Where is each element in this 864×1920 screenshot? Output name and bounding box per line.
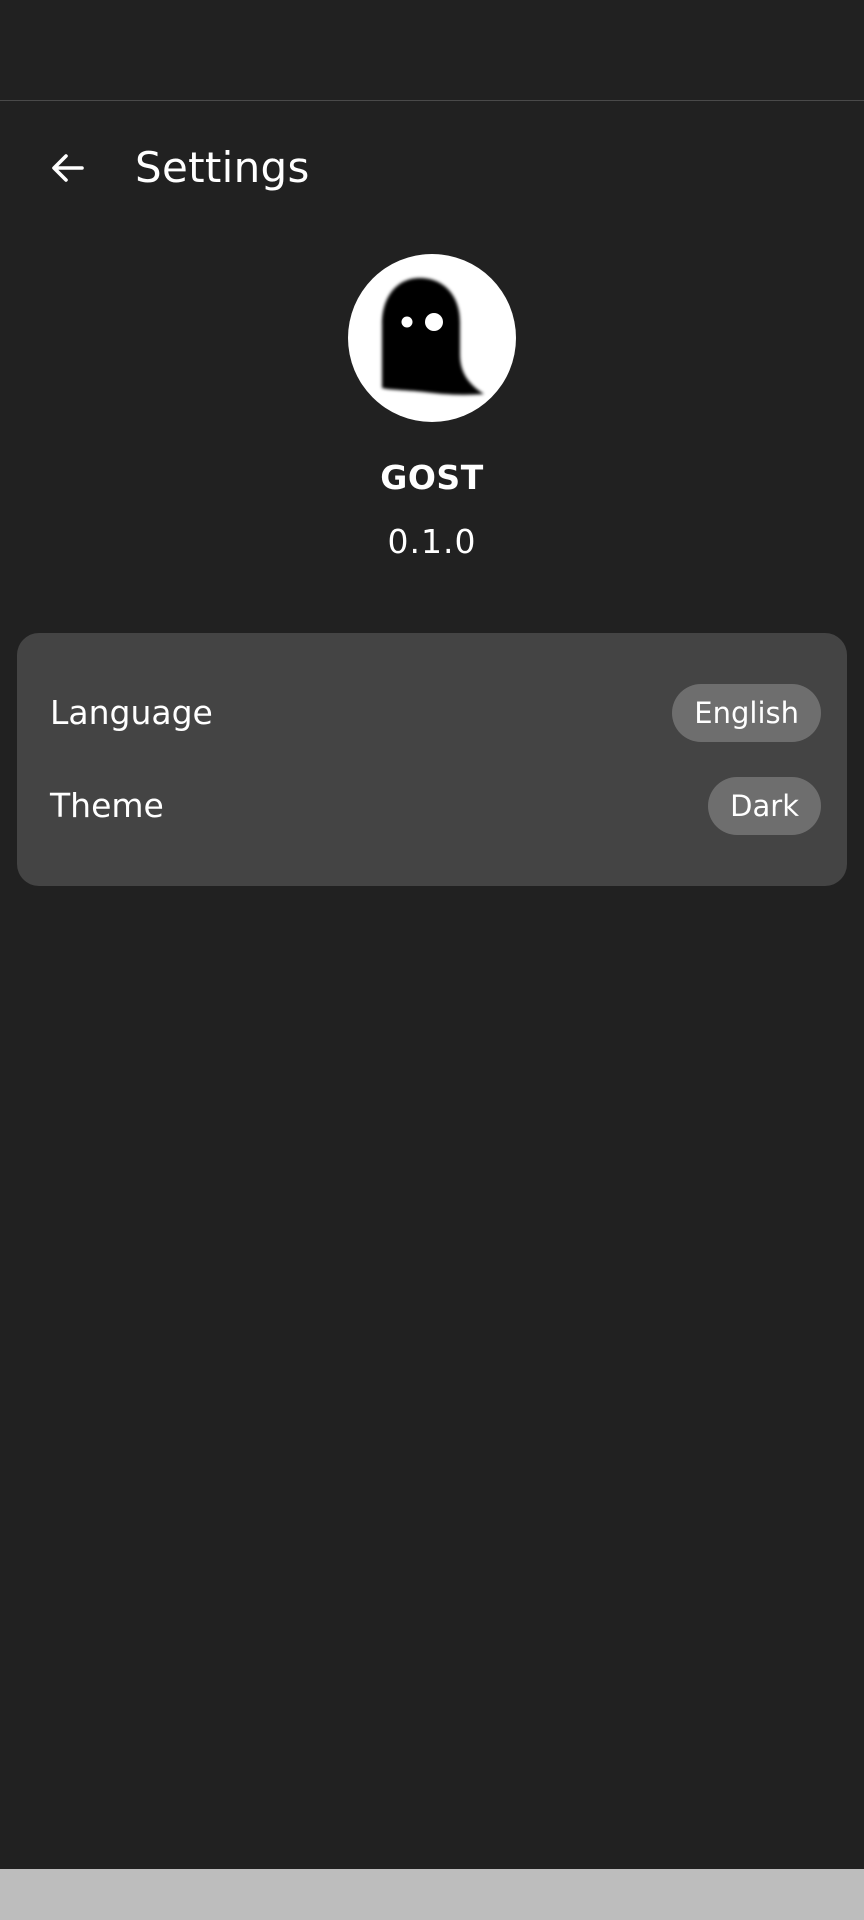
arrow-left-icon [52, 154, 84, 182]
app-version: 0.1.0 [387, 522, 477, 561]
app-logo [348, 254, 516, 422]
app-name: GOST [380, 458, 484, 497]
setting-row-language[interactable]: Language English [50, 683, 821, 743]
back-button[interactable] [34, 134, 102, 202]
setting-label-theme: Theme [50, 786, 164, 825]
language-chip[interactable]: English [672, 684, 821, 742]
status-bar [0, 0, 864, 101]
setting-row-theme[interactable]: Theme Dark [50, 776, 821, 836]
setting-label-language: Language [50, 693, 213, 732]
app-bar: Settings [0, 102, 864, 240]
settings-card: Language English Theme Dark [17, 633, 847, 886]
navigation-bar [0, 1869, 864, 1920]
theme-chip[interactable]: Dark [708, 777, 821, 835]
settings-screen: Settings GOST 0.1.0 Language English The… [0, 0, 864, 1920]
page-title: Settings [135, 143, 310, 192]
ghost-icon [382, 278, 484, 395]
